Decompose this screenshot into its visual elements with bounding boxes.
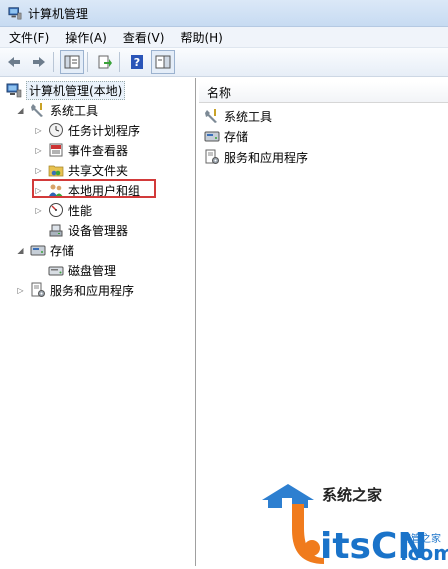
back-icon — [8, 57, 20, 67]
shared-folder-icon — [48, 165, 64, 177]
column-header-name[interactable]: 名称 — [199, 82, 448, 103]
tree-item-root[interactable]: 计算机管理(本地) — [6, 80, 126, 100]
properties-icon — [155, 55, 171, 69]
watermark-graphic: 系统之家 itsCN 网管之家 .com — [262, 484, 448, 567]
menu-help[interactable]: 帮助(H) — [173, 29, 229, 46]
show-hide-tree-button[interactable] — [60, 50, 84, 74]
properties-button[interactable] — [151, 50, 175, 74]
svg-text:?: ? — [134, 56, 140, 69]
back-button[interactable] — [3, 51, 25, 73]
tree-item-performance[interactable]: ▷ 性能 — [34, 200, 92, 220]
expand-arrow-icon[interactable]: ▷ — [34, 166, 43, 175]
computer-management-icon — [8, 7, 22, 20]
console-tree: 计算机管理(本地) ◢ 系统工具 ▷ 任务计划程序 ▷ 事件查看器 ▷ 共享文件… — [2, 78, 196, 566]
tree-item-label: 系统工具 — [50, 103, 99, 118]
toolbar: ? — [0, 48, 448, 77]
list-item-label: 存储 — [224, 129, 249, 144]
tree-item-label: 共享文件夹 — [68, 163, 129, 178]
performance-gauge-icon — [49, 203, 63, 217]
expand-arrow-icon[interactable]: ▷ — [34, 206, 43, 215]
list-item-label: 系统工具 — [224, 109, 273, 124]
toolbar-separator — [53, 52, 54, 72]
tree-item-label: 计算机管理(本地) — [26, 80, 126, 100]
services-icon — [31, 282, 45, 297]
list-item-services-applications[interactable]: 服务和应用程序 — [204, 147, 308, 167]
list-item-storage[interactable]: 存储 — [204, 126, 248, 146]
help-button[interactable]: ? — [126, 51, 148, 73]
tree-item-task-scheduler[interactable]: ▷ 任务计划程序 — [34, 120, 140, 140]
tree-item-device-manager[interactable]: 设备管理器 — [48, 220, 128, 240]
tree-item-label: 本地用户和组 — [68, 183, 141, 198]
computer-management-icon — [6, 83, 22, 98]
storage-icon — [30, 245, 46, 256]
tools-icon — [205, 109, 217, 123]
tree-item-system-tools[interactable]: ◢ 系统工具 — [16, 100, 98, 120]
menu-view[interactable]: 查看(V) — [116, 29, 172, 46]
toolbar-separator — [87, 52, 88, 72]
expand-arrow-icon[interactable]: ▷ — [34, 186, 43, 195]
menu-bar: 文件(F) 操作(A) 查看(V) 帮助(H) — [0, 27, 448, 48]
toolbar-separator — [119, 52, 120, 72]
tree-item-event-viewer[interactable]: ▷ 事件查看器 — [34, 140, 128, 160]
tools-icon — [31, 103, 43, 117]
disk-icon — [48, 266, 64, 276]
watermark-logo: 系统之家 itsCN 网管之家 .com — [258, 478, 448, 567]
tree-item-label: 事件查看器 — [68, 143, 129, 158]
users-icon — [49, 184, 63, 197]
tree-item-storage[interactable]: ◢ 存储 — [16, 240, 74, 260]
tree-item-label: 存储 — [50, 243, 75, 258]
forward-icon — [33, 57, 45, 67]
expand-arrow-icon[interactable]: ▷ — [34, 126, 43, 135]
tree-item-label: 任务计划程序 — [68, 123, 141, 138]
title-bar: 计算机管理 — [0, 0, 448, 27]
tree-item-label: 性能 — [68, 203, 93, 218]
forward-button[interactable] — [28, 51, 50, 73]
tree-item-shared-folders[interactable]: ▷ 共享文件夹 — [34, 160, 128, 180]
event-viewer-icon — [49, 143, 63, 157]
expand-arrow-icon[interactable]: ▷ — [34, 146, 43, 155]
collapse-arrow-icon[interactable]: ◢ — [16, 106, 25, 115]
tree-item-services-applications[interactable]: ▷ 服务和应用程序 — [16, 280, 134, 300]
watermark-dotcom: .com — [400, 541, 448, 565]
tree-item-label: 磁盘管理 — [68, 263, 117, 278]
export-button[interactable] — [94, 51, 116, 73]
clock-icon — [49, 123, 63, 137]
collapse-arrow-icon[interactable]: ◢ — [16, 246, 25, 255]
storage-icon — [204, 131, 220, 142]
export-icon — [98, 55, 112, 69]
column-header-label: 名称 — [207, 85, 232, 100]
services-icon — [205, 149, 219, 164]
expand-arrow-icon[interactable]: ▷ — [16, 286, 25, 295]
help-icon: ? — [131, 55, 143, 69]
tree-item-label: 设备管理器 — [68, 223, 129, 238]
device-manager-icon — [49, 224, 63, 237]
menu-file[interactable]: 文件(F) — [2, 29, 56, 46]
watermark-line1: 系统之家 — [322, 486, 382, 504]
show-hide-tree-icon — [64, 55, 80, 69]
tree-item-label: 服务和应用程序 — [50, 283, 135, 298]
tree-item-local-users-groups[interactable]: ▷ 本地用户和组 — [34, 180, 140, 200]
list-item-system-tools[interactable]: 系统工具 — [204, 106, 272, 126]
menu-action[interactable]: 操作(A) — [58, 29, 114, 46]
tree-item-disk-management[interactable]: 磁盘管理 — [48, 260, 116, 280]
list-item-label: 服务和应用程序 — [224, 150, 309, 165]
window-title: 计算机管理 — [28, 6, 89, 21]
